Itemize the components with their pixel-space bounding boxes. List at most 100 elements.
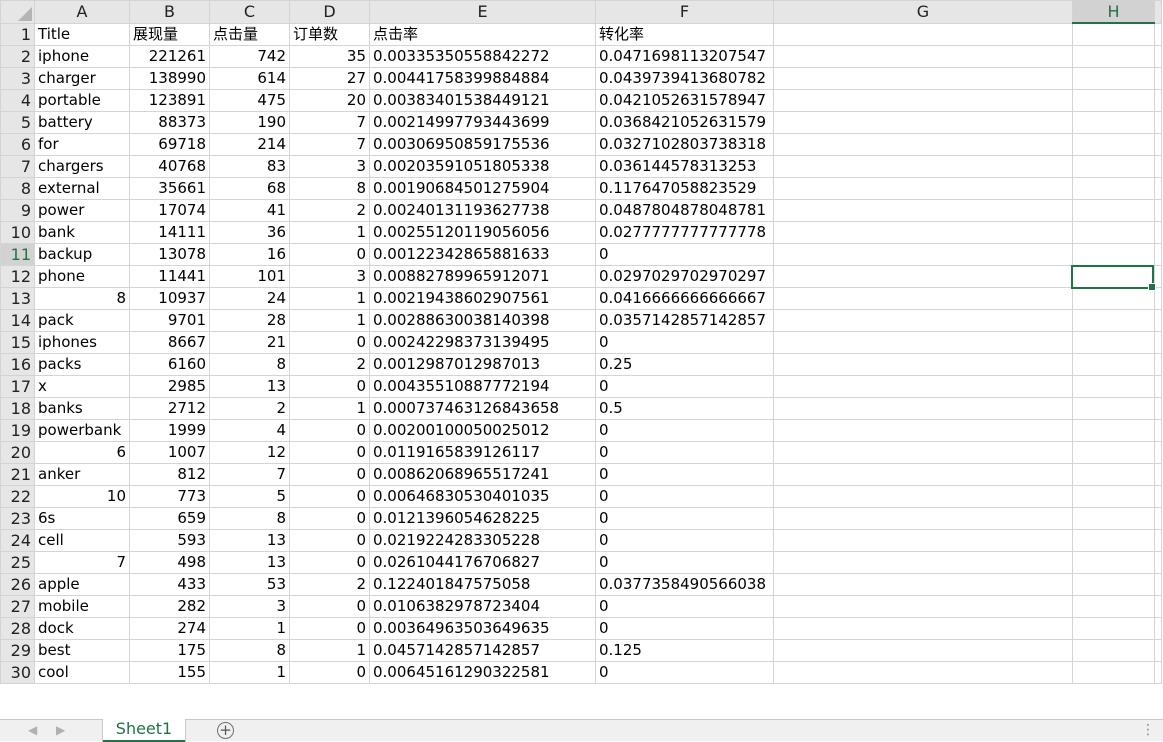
cell-h2[interactable] (1072, 44, 1155, 68)
cell-overflow[interactable] (1154, 66, 1162, 90)
cell-h20[interactable] (1072, 440, 1155, 464)
cell-d12[interactable]: 3 (289, 264, 370, 288)
cell-h23[interactable] (1072, 506, 1155, 530)
cell-d5[interactable]: 7 (289, 110, 370, 134)
cell-g11[interactable] (773, 242, 1073, 266)
cell-h5[interactable] (1072, 110, 1155, 134)
cell-b21[interactable]: 812 (129, 462, 210, 486)
cell-g7[interactable] (773, 154, 1073, 178)
cell-g15[interactable] (773, 330, 1073, 354)
cell-c5[interactable]: 190 (209, 110, 290, 134)
cell-f24[interactable]: 0 (595, 528, 774, 552)
cell-e15[interactable]: 0.00242298373139495 (369, 330, 596, 354)
cell-a26[interactable]: apple (34, 572, 130, 596)
cell-e1[interactable]: 点击率 (369, 22, 596, 46)
cell-d21[interactable]: 0 (289, 462, 370, 486)
cell-overflow[interactable] (1154, 352, 1162, 376)
cell-c6[interactable]: 214 (209, 132, 290, 156)
cell-b1[interactable]: 展现量 (129, 22, 210, 46)
cell-overflow[interactable] (1154, 176, 1162, 200)
cell-overflow[interactable] (1154, 462, 1162, 486)
cell-c19[interactable]: 4 (209, 418, 290, 442)
row-header[interactable]: 24 (0, 528, 35, 552)
cell-e11[interactable]: 0.00122342865881633 (369, 242, 596, 266)
cell-b13[interactable]: 10937 (129, 286, 210, 310)
cell-overflow[interactable] (1154, 198, 1162, 222)
cell-c22[interactable]: 5 (209, 484, 290, 508)
select-all-corner[interactable] (0, 0, 35, 24)
cell-g10[interactable] (773, 220, 1073, 244)
cell-d10[interactable]: 1 (289, 220, 370, 244)
cell-f17[interactable]: 0 (595, 374, 774, 398)
cell-overflow[interactable] (1154, 440, 1162, 464)
cell-c23[interactable]: 8 (209, 506, 290, 530)
cell-overflow[interactable] (1154, 484, 1162, 508)
cell-f19[interactable]: 0 (595, 418, 774, 442)
cell-f9[interactable]: 0.0487804878048781 (595, 198, 774, 222)
cell-f14[interactable]: 0.0357142857142857 (595, 308, 774, 332)
cell-e5[interactable]: 0.00214997793443699 (369, 110, 596, 134)
row-header[interactable]: 2 (0, 44, 35, 68)
cell-e10[interactable]: 0.00255120119056056 (369, 220, 596, 244)
cell-h15[interactable] (1072, 330, 1155, 354)
cell-f3[interactable]: 0.0439739413680782 (595, 66, 774, 90)
cell-g20[interactable] (773, 440, 1073, 464)
cell-f26[interactable]: 0.0377358490566038 (595, 572, 774, 596)
cell-b29[interactable]: 175 (129, 638, 210, 662)
cell-d15[interactable]: 0 (289, 330, 370, 354)
cell-e30[interactable]: 0.00645161290322581 (369, 660, 596, 684)
cell-g30[interactable] (773, 660, 1073, 684)
cell-g5[interactable] (773, 110, 1073, 134)
cell-a3[interactable]: charger (34, 66, 130, 90)
cell-b7[interactable]: 40768 (129, 154, 210, 178)
cell-h21[interactable] (1072, 462, 1155, 486)
spreadsheet-grid[interactable]: ABCDEFGH 1 Title 展现量 点击量 订单数 点击率 转化率 2 iphone 221… (0, 0, 1163, 719)
cell-g21[interactable] (773, 462, 1073, 486)
row-header[interactable]: 22 (0, 484, 35, 508)
cell-b16[interactable]: 6160 (129, 352, 210, 376)
cell-b6[interactable]: 69718 (129, 132, 210, 156)
cell-e12[interactable]: 0.00882789965912071 (369, 264, 596, 288)
cell-b18[interactable]: 2712 (129, 396, 210, 420)
cell-e13[interactable]: 0.00219438602907561 (369, 286, 596, 310)
cell-overflow[interactable] (1154, 308, 1162, 332)
cell-e23[interactable]: 0.0121396054628225 (369, 506, 596, 530)
cell-b11[interactable]: 13078 (129, 242, 210, 266)
cell-overflow[interactable] (1154, 550, 1162, 574)
cell-a28[interactable]: dock (34, 616, 130, 640)
cell-c17[interactable]: 13 (209, 374, 290, 398)
row-header[interactable]: 7 (0, 154, 35, 178)
cell-f20[interactable]: 0 (595, 440, 774, 464)
cell-h6[interactable] (1072, 132, 1155, 156)
cell-e25[interactable]: 0.0261044176706827 (369, 550, 596, 574)
cell-overflow[interactable] (1154, 242, 1162, 266)
cell-h26[interactable] (1072, 572, 1155, 596)
row-header[interactable]: 9 (0, 198, 35, 222)
row-header[interactable]: 20 (0, 440, 35, 464)
cell-f30[interactable]: 0 (595, 660, 774, 684)
cell-f22[interactable]: 0 (595, 484, 774, 508)
cell-g23[interactable] (773, 506, 1073, 530)
column-header-g[interactable]: G (773, 0, 1073, 24)
cell-d9[interactable]: 2 (289, 198, 370, 222)
cell-g24[interactable] (773, 528, 1073, 552)
row-header[interactable]: 21 (0, 462, 35, 486)
cell-c20[interactable]: 12 (209, 440, 290, 464)
cell-g18[interactable] (773, 396, 1073, 420)
cell-d8[interactable]: 8 (289, 176, 370, 200)
cell-c27[interactable]: 3 (209, 594, 290, 618)
cell-overflow[interactable] (1154, 374, 1162, 398)
cell-g17[interactable] (773, 374, 1073, 398)
cell-h4[interactable] (1072, 88, 1155, 112)
cell-a14[interactable]: pack (34, 308, 130, 332)
cell-c18[interactable]: 2 (209, 396, 290, 420)
row-header[interactable]: 11 (0, 242, 35, 266)
cell-g12[interactable] (773, 264, 1073, 288)
row-header[interactable]: 25 (0, 550, 35, 574)
cell-f6[interactable]: 0.0327102803738318 (595, 132, 774, 156)
more-options-icon[interactable]: ⋮ (1141, 722, 1155, 738)
row-header[interactable]: 30 (0, 660, 35, 684)
column-header-f[interactable]: F (595, 0, 774, 24)
cell-b22[interactable]: 773 (129, 484, 210, 508)
cell-overflow[interactable] (1154, 132, 1162, 156)
